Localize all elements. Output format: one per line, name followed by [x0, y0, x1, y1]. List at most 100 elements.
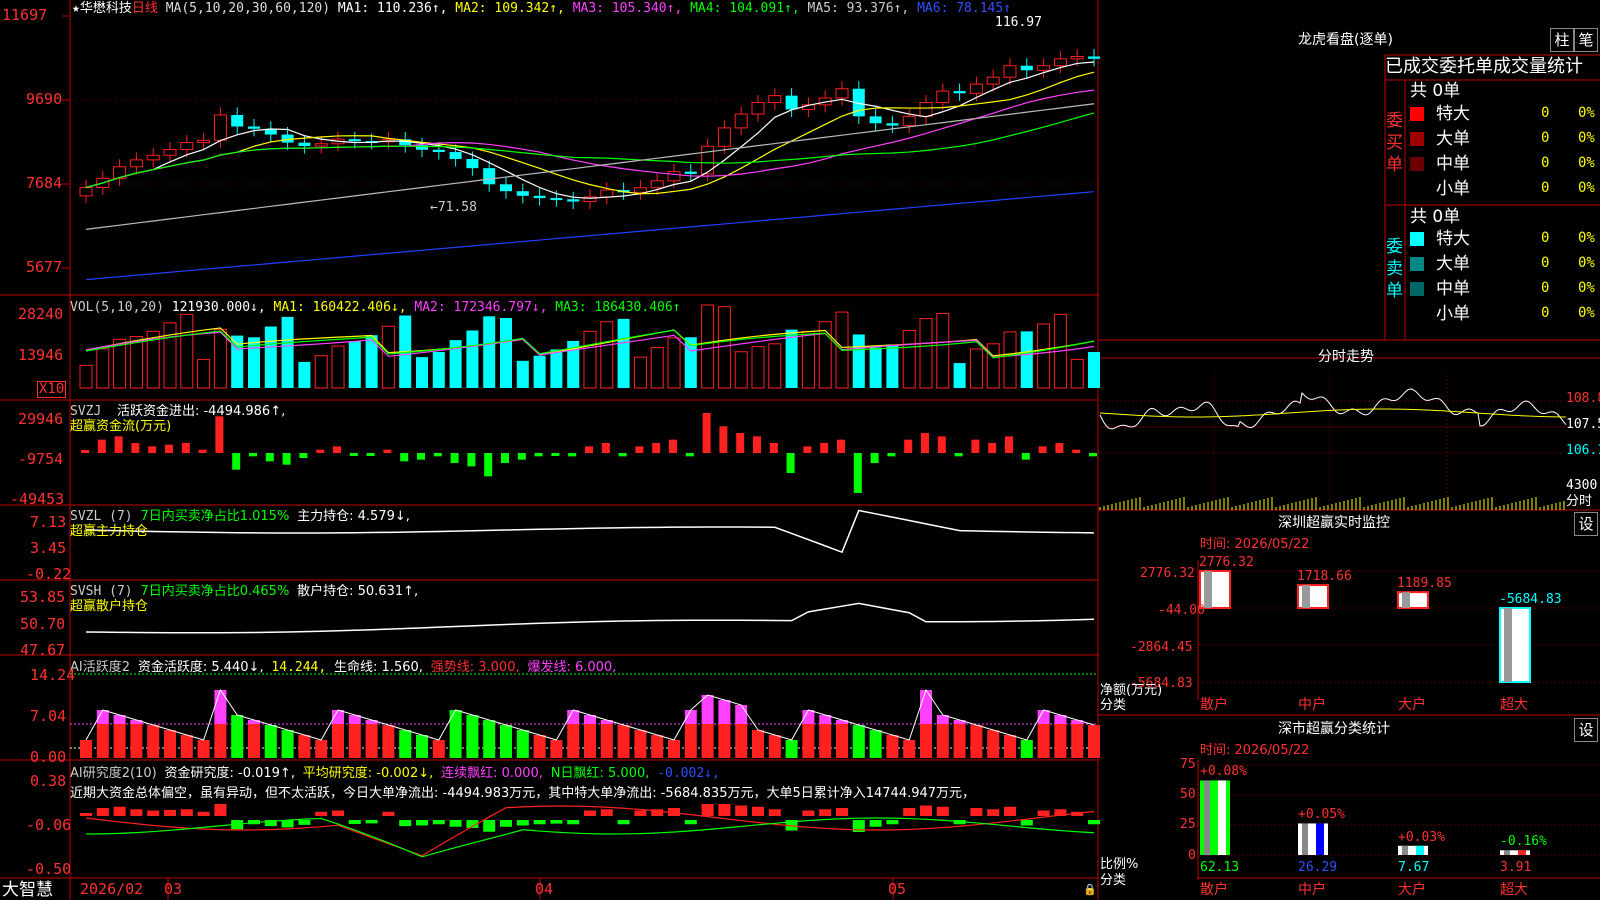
research-bar-green — [399, 820, 412, 827]
order-percent: 0% — [1578, 105, 1595, 121]
flow-bar-in — [1072, 449, 1081, 453]
research-bar-green — [483, 820, 496, 832]
intraday-price-2: 107.5 — [1566, 417, 1600, 432]
research-bar-red — [214, 804, 227, 816]
volume-bar-up — [919, 318, 933, 389]
lock-icon[interactable]: 🔒 — [1083, 882, 1097, 897]
monitor-y-3: -2864.45 — [1130, 640, 1193, 655]
order-percent: 0% — [1578, 130, 1595, 146]
research-bar-red — [701, 804, 714, 816]
activity-bar-red — [567, 724, 580, 758]
volume-bar-up — [180, 313, 194, 389]
candle-up — [1070, 56, 1084, 60]
ai-activity-header: AI活跃度2 资金活跃度: 5.440↓, 14.244, 生命线: 1.560… — [70, 660, 616, 675]
period-label[interactable]: 日线 — [132, 1, 158, 16]
flow-bar-out — [249, 453, 257, 457]
monitor-settings-button[interactable]: 设 — [1574, 512, 1598, 536]
candle-up — [667, 171, 681, 182]
flow-bar-in — [97, 439, 106, 453]
svzl-ratio: 7日内买卖净占比1.015% — [140, 509, 290, 524]
candle-up — [79, 187, 93, 197]
ma6-value: MA6: 78.145↑ — [917, 1, 1012, 16]
research-bar-red — [382, 811, 395, 816]
classify-value-label: 3.91 — [1500, 860, 1532, 875]
classify-settings-button[interactable]: 设 — [1574, 718, 1598, 742]
order-count: 0 — [1541, 305, 1550, 321]
dragon-tiger-title: 龙虎看盘(逐单) — [1298, 32, 1393, 48]
flow-bar-out — [400, 453, 409, 462]
pen-mode-button[interactable]: 笔 — [1574, 28, 1598, 52]
bar-mode-button[interactable]: 柱 — [1550, 28, 1574, 52]
classify-time: 时间: 2026/05/22 — [1200, 743, 1310, 758]
flow-bar-out — [417, 453, 425, 460]
activity-bar-red — [802, 724, 815, 758]
flow-bar-out — [786, 453, 795, 473]
activity-bar-green — [500, 725, 512, 758]
order-count: 0 — [1541, 230, 1550, 246]
activity-bar-red — [735, 724, 748, 758]
ai-act-title: AI活跃度2 — [70, 660, 130, 675]
flow-bar-in — [937, 436, 946, 453]
sell-total: 共 0单 — [1410, 207, 1461, 227]
research-bar-red — [180, 809, 193, 816]
candle-up — [1037, 65, 1051, 71]
activity-bar-red — [550, 740, 563, 758]
volume-bar-down — [483, 316, 496, 388]
flow-bar-out — [853, 453, 862, 493]
activity-bar-magenta — [836, 720, 848, 724]
research-bar-green — [298, 820, 311, 825]
research-bar-red — [584, 810, 596, 816]
activity-bar-red — [332, 724, 344, 758]
activity-bar-red — [298, 735, 311, 758]
order-percent: 0% — [1578, 255, 1595, 271]
candle-down — [550, 198, 563, 201]
activity-bar-green — [516, 730, 529, 758]
vol-unit-badge[interactable]: X10 — [37, 381, 67, 398]
flow-bar-in — [333, 446, 341, 453]
flow-bar-out — [887, 453, 896, 457]
research-bar-red — [113, 806, 126, 816]
stats-tabs[interactable]: 已成交委托单成交量统计 — [1385, 56, 1583, 78]
flow-bar-in — [114, 436, 123, 453]
candle-down — [483, 168, 496, 185]
volume-bar-up — [1003, 331, 1017, 389]
flow-bar-in — [198, 449, 207, 453]
brand-logo[interactable]: 大智慧 — [2, 880, 53, 900]
activity-bar-red — [634, 730, 647, 758]
candle-down — [869, 116, 882, 124]
svsh-subtitle: 超赢散户持仓 — [70, 599, 149, 614]
intraday-price-3: 106.1 — [1566, 443, 1600, 458]
stock-name[interactable]: 华懋科技 — [80, 1, 132, 16]
classify-change-label: -0.16% — [1500, 834, 1547, 850]
candle-down — [449, 152, 462, 159]
candle-up — [650, 180, 664, 189]
activity-bar-red — [836, 724, 848, 758]
volume-bar-up — [751, 346, 765, 389]
classify-bar-3 — [1500, 850, 1530, 855]
main-chart-canvas[interactable] — [0, 0, 1600, 900]
research-bar-green — [348, 820, 361, 824]
activity-bar-red — [214, 724, 227, 758]
activity-bar-red — [533, 735, 546, 758]
activity-bar-red — [432, 740, 445, 758]
candle-up — [1003, 65, 1017, 78]
flow-bar-in — [601, 443, 610, 453]
volume-bar-up — [969, 348, 983, 389]
candle-up — [902, 115, 916, 127]
monitor-ylabel: 净额(万元) — [1100, 683, 1163, 698]
flow-bar-out — [954, 453, 963, 457]
svzj-axis-3: -49453 — [10, 490, 65, 508]
buy-total: 共 0单 — [1410, 81, 1461, 101]
research-bar-red — [1004, 806, 1016, 816]
candle-up — [163, 149, 177, 156]
candle-up — [129, 159, 143, 168]
volume-bar-up — [381, 325, 395, 389]
candle-down — [248, 126, 260, 129]
monitor-bar-shade — [1204, 571, 1212, 608]
research-bar-red — [735, 805, 748, 816]
research-bar-green — [432, 820, 445, 825]
activity-bar-magenta — [248, 720, 260, 724]
research-bar-red — [718, 804, 731, 816]
candle-up — [717, 127, 731, 147]
research-bar-red — [600, 809, 613, 816]
